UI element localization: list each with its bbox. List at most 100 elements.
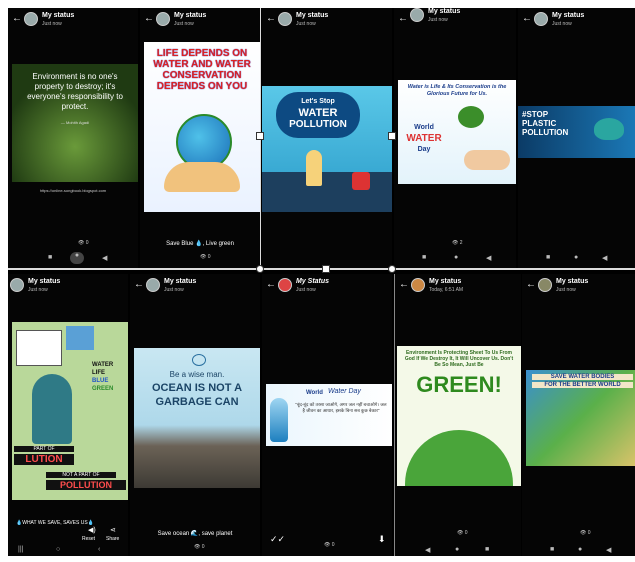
collage-piece xyxy=(16,330,62,366)
reset-label[interactable]: Reset xyxy=(82,536,95,542)
avatar[interactable] xyxy=(410,8,424,22)
resize-handle-right[interactable] xyxy=(388,132,396,140)
status-header: ← My status Just now xyxy=(130,274,260,298)
whale-logo-icon xyxy=(192,354,206,366)
status-time: Just now xyxy=(42,21,62,27)
recents-icon[interactable]: ■ xyxy=(48,254,52,261)
banner-part-of: PART OF xyxy=(14,446,74,452)
home-icon[interactable]: ○ xyxy=(56,546,60,553)
status-panel-8: ← My Status Just now World Water Day "बू… xyxy=(262,274,392,556)
home-icon[interactable]: ● xyxy=(454,254,458,261)
status-title: My status xyxy=(429,278,462,285)
hand-illustration xyxy=(464,150,510,170)
nav-back-icon[interactable]: ◀ xyxy=(602,254,607,262)
view-count: 👁 0 xyxy=(200,254,211,260)
nav-back-icon[interactable]: ◀ xyxy=(102,254,107,262)
download-icon[interactable]: ⬇ xyxy=(378,534,386,545)
status-header: ← My status Just now xyxy=(8,8,138,32)
nav-bar: ■ ● ◀ xyxy=(394,254,516,264)
back-arrow-icon[interactable]: ← xyxy=(526,280,536,290)
resize-handle-bottom-center[interactable] xyxy=(322,265,330,273)
quote-author: — Mohith Agadi xyxy=(60,120,90,125)
status-panel-4: ← My status Just now Water is Life & Its… xyxy=(394,8,516,268)
water-day-label: Water Day xyxy=(328,388,361,395)
view-count: 👁 0 xyxy=(78,240,89,246)
status-caption: Save ocean 🌊, save planet xyxy=(157,531,233,537)
can-illustration xyxy=(352,172,370,190)
status-image: SAVE WATER BODIES FOR THE BETTER WORLD xyxy=(526,370,635,466)
recents-icon[interactable]: ■ xyxy=(550,546,554,553)
recents-icon[interactable]: ■ xyxy=(485,546,489,553)
status-panel-6: ← My status Just now WATER LIFE BLUE GRE… xyxy=(8,274,128,556)
status-panel-7: ← My status Just now Be a wise man. OCEA… xyxy=(130,274,260,556)
avatar[interactable] xyxy=(411,278,425,292)
nav-back-icon[interactable]: ◀ xyxy=(425,546,430,554)
collage-piece xyxy=(66,326,94,350)
back-arrow-icon[interactable]: ← xyxy=(398,14,408,24)
status-title: My status xyxy=(296,12,329,19)
recents-icon[interactable]: ||| xyxy=(18,546,23,553)
avatar[interactable] xyxy=(538,278,552,292)
status-title: My status xyxy=(556,278,589,285)
back-arrow-icon[interactable]: ← xyxy=(266,280,276,290)
avatar[interactable] xyxy=(278,278,292,292)
view-count: 👁 0 xyxy=(324,542,335,548)
avatar[interactable] xyxy=(534,12,548,26)
poster-line-3: POLLUTION xyxy=(289,119,347,130)
status-panel-1: ← My status Just now Environment is no o… xyxy=(8,8,138,268)
back-arrow-icon[interactable]: ← xyxy=(12,14,22,24)
nav-bar: ■ ● ◀ xyxy=(8,252,138,264)
nav-back-icon[interactable]: ◀ xyxy=(606,546,611,554)
status-title: My status xyxy=(28,278,61,285)
nav-back-icon[interactable]: ◀ xyxy=(486,254,491,262)
nav-back-icon[interactable]: ‹ xyxy=(98,546,100,553)
status-header: ← My status Just now xyxy=(140,8,260,32)
resize-handle-bottom-right[interactable] xyxy=(388,265,396,273)
quote-text: Water is Life & Its Conservation is the … xyxy=(407,84,507,97)
status-time: Just now xyxy=(428,17,448,23)
avatar[interactable] xyxy=(24,12,38,26)
home-icon[interactable]: ● xyxy=(455,546,459,553)
reset-icon[interactable]: ◀) xyxy=(88,526,96,534)
poster-line-1: Let's Stop xyxy=(301,98,335,105)
avatar[interactable] xyxy=(156,12,170,26)
recents-icon[interactable]: ■ xyxy=(422,254,426,261)
resize-handle-bottom-left[interactable] xyxy=(256,265,264,273)
status-panel-5: ← My status Just now #STOP PLASTIC POLLU… xyxy=(518,8,635,268)
back-arrow-icon[interactable]: ← xyxy=(134,280,144,290)
status-title: My status xyxy=(552,12,585,19)
home-icon[interactable]: ● xyxy=(574,254,578,261)
avatar[interactable] xyxy=(278,12,292,26)
status-image: Water is Life & Its Conservation is the … xyxy=(398,80,516,184)
back-arrow-icon[interactable]: ← xyxy=(144,14,154,24)
avatar[interactable] xyxy=(146,278,160,292)
poster-line-1: #STOP xyxy=(522,110,549,119)
avatar[interactable] xyxy=(10,278,24,292)
home-icon[interactable]: ● xyxy=(70,252,84,264)
status-panel-9: ← My status Today, 6:51 AM Environment I… xyxy=(394,274,521,556)
nav-bar: ■ ● ◀ xyxy=(522,546,635,556)
poster-title: LIFE DEPENDS ON WATER AND WATER CONSERVA… xyxy=(153,48,251,92)
back-arrow-icon[interactable]: ← xyxy=(399,280,409,290)
status-time: Today, 6:51 AM xyxy=(429,287,464,293)
view-count: 👁 0 xyxy=(457,530,468,536)
back-arrow-icon[interactable]: ← xyxy=(266,14,276,24)
back-arrow-icon[interactable]: ← xyxy=(522,14,532,24)
status-image: Environment is no one's property to dest… xyxy=(12,64,138,182)
share-icon[interactable]: ⋖ xyxy=(110,526,116,534)
status-image: LIFE DEPENDS ON WATER AND WATER CONSERVA… xyxy=(144,42,260,212)
polluted-water xyxy=(262,172,392,212)
home-icon[interactable]: ● xyxy=(578,546,582,553)
recents-icon[interactable]: ■ xyxy=(546,254,550,261)
poster-line-1: Be a wise man. xyxy=(169,370,225,379)
link-text[interactable]: https://online-songbook.blogspot.com xyxy=(8,188,138,193)
water-label: WATER xyxy=(406,133,442,144)
share-label[interactable]: Share xyxy=(106,536,119,542)
banner-pollution: POLLUTION xyxy=(46,480,126,490)
poster-top-text: Environment Is Protecting Sheet To Us Fr… xyxy=(404,350,514,368)
double-check-icon: ✓✓ xyxy=(270,534,286,544)
poster-line-3: POLLUTION xyxy=(522,128,569,137)
view-count: 👁 2 xyxy=(452,240,463,246)
side-text-1: WATER xyxy=(92,362,114,368)
resize-handle-left[interactable] xyxy=(256,132,264,140)
